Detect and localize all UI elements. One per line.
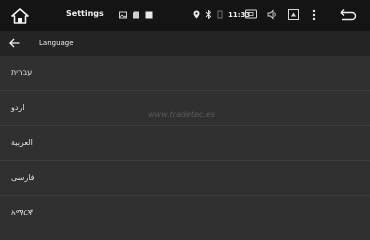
language-item-persian[interactable]: فارسی xyxy=(0,161,370,196)
app-bar: Language xyxy=(0,31,370,56)
return-icon[interactable] xyxy=(340,8,357,21)
language-item-arabic[interactable]: العربية xyxy=(0,126,370,161)
watermark: www.tradetec.es xyxy=(148,110,216,119)
language-item-amharic[interactable]: አማርኛ xyxy=(0,196,370,231)
language-label: עברית xyxy=(11,68,33,77)
back-arrow-icon[interactable] xyxy=(9,38,20,48)
overflow-menu-icon[interactable] xyxy=(312,9,316,21)
language-item-hebrew[interactable]: עברית xyxy=(0,56,370,91)
language-list: עברית اردو العربية فارسی አማርኛ xyxy=(0,56,370,234)
camera-icon[interactable] xyxy=(245,9,257,19)
location-icon xyxy=(193,10,200,19)
page-title: Language xyxy=(39,39,74,47)
signal-icon xyxy=(217,10,223,19)
image-icon xyxy=(119,11,127,19)
screen-icon[interactable] xyxy=(288,9,299,20)
notification-icons xyxy=(119,11,153,19)
status-title: Settings xyxy=(66,9,104,18)
language-label: فارسی xyxy=(11,173,35,182)
home-icon[interactable] xyxy=(11,8,29,24)
sd-card-icon xyxy=(133,11,139,19)
volume-icon[interactable] xyxy=(267,9,278,20)
status-indicators: 11:33 xyxy=(193,10,250,19)
stop-icon xyxy=(145,11,153,19)
bluetooth-off-icon xyxy=(205,10,212,19)
language-item-urdu[interactable]: اردو xyxy=(0,91,370,126)
status-bar: Settings 11:33 xyxy=(0,0,370,31)
language-label: العربية xyxy=(11,138,33,147)
language-label: اردو xyxy=(11,103,25,112)
language-label: አማርኛ xyxy=(11,208,33,217)
